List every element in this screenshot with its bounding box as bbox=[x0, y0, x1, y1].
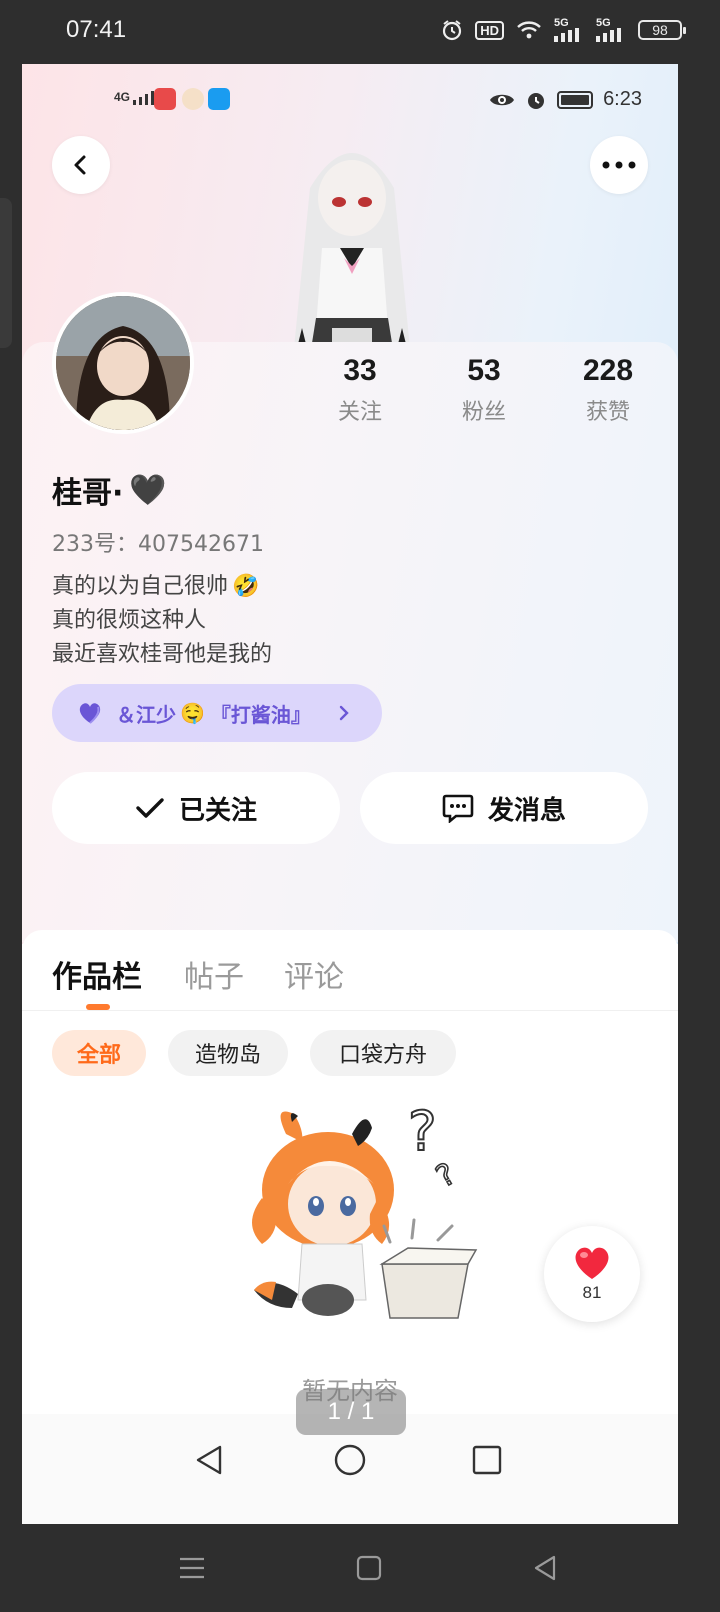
outer-status-bar: 07:41 HD 5G 5G 98 bbox=[0, 0, 720, 64]
filter-chip-zaowudao[interactable]: 造物岛 bbox=[168, 1030, 288, 1076]
outer-nav-bar bbox=[0, 1524, 720, 1612]
heart-icon bbox=[79, 703, 101, 724]
menu-nav-icon[interactable] bbox=[178, 1556, 206, 1580]
stat-label: 获赞 bbox=[585, 400, 630, 425]
back-button[interactable] bbox=[52, 136, 110, 194]
chevron-right-icon bbox=[339, 705, 349, 721]
stat-label: 粉丝 bbox=[461, 400, 506, 425]
inner-clock: 6:23 bbox=[603, 88, 642, 110]
empty-state-illustration: ? ? bbox=[252, 1099, 478, 1319]
filter-chip-all[interactable]: 全部 bbox=[52, 1030, 146, 1076]
alarm-icon bbox=[441, 19, 463, 41]
bio: 真的以为自己很帅 🤣 真的很烦这种人 最近喜欢桂哥他是我的 bbox=[52, 570, 272, 672]
hd-icon: HD bbox=[475, 20, 504, 40]
filter-chip-koudaifangzhou[interactable]: 口袋方舟 bbox=[310, 1030, 456, 1076]
outer-status-icons: HD 5G 5G 98 bbox=[441, 18, 686, 42]
tab-comments[interactable]: 评论 bbox=[284, 952, 344, 996]
edge-handle[interactable] bbox=[0, 198, 12, 348]
message-button[interactable]: 发消息 bbox=[360, 772, 648, 844]
stat-number: 53 bbox=[467, 354, 501, 387]
stat-number: 228 bbox=[582, 354, 634, 387]
laughing-emoji: 🤣 bbox=[232, 574, 260, 599]
page-indicator: 1 / 1 bbox=[296, 1389, 406, 1435]
app-notification-icon bbox=[154, 88, 176, 110]
outer-clock: 07:41 bbox=[66, 16, 127, 43]
search-app-icon bbox=[208, 88, 230, 110]
nickname-text: 桂哥· bbox=[52, 476, 124, 511]
home-nav-icon[interactable] bbox=[333, 1443, 367, 1477]
like-count: 81 bbox=[582, 1283, 602, 1302]
nickname: 桂哥· 🖤 bbox=[52, 468, 167, 512]
stat-likes[interactable]: 228 获赞 bbox=[548, 354, 668, 426]
tab-posts[interactable]: 帖子 bbox=[184, 952, 244, 996]
app-notification-icon-2 bbox=[182, 88, 204, 110]
more-button[interactable] bbox=[590, 136, 648, 194]
heart-icon bbox=[575, 1247, 609, 1279]
alarm-icon bbox=[528, 92, 545, 109]
stat-following[interactable]: 33 关注 bbox=[300, 354, 420, 426]
relationship-name: ＆江少 bbox=[116, 702, 176, 727]
bio-line: 真的以为自己很帅 🤣 bbox=[52, 570, 272, 604]
svg-text:?: ? bbox=[430, 1157, 461, 1195]
check-icon bbox=[136, 798, 164, 818]
svg-text:?: ? bbox=[408, 1100, 437, 1163]
bio-line: 真的很烦这种人 bbox=[52, 608, 207, 633]
user-avatar[interactable] bbox=[52, 292, 194, 434]
stat-followers[interactable]: 53 粉丝 bbox=[424, 354, 544, 426]
like-float-button[interactable]: 81 bbox=[544, 1226, 640, 1322]
relationship-note: 『打酱油』 bbox=[210, 702, 311, 727]
eye-icon bbox=[490, 94, 515, 105]
follow-button[interactable]: 已关注 bbox=[52, 772, 340, 844]
signal-icon: 5G bbox=[554, 18, 584, 42]
bio-line: 最近喜欢桂哥他是我的 bbox=[52, 642, 273, 667]
chat-bubble-icon bbox=[442, 794, 474, 823]
wifi-icon bbox=[516, 20, 542, 40]
divider bbox=[22, 1010, 678, 1011]
stat-number: 33 bbox=[343, 354, 377, 387]
bio-line-text: 真的以为自己很帅 bbox=[52, 574, 229, 599]
home-nav-icon[interactable] bbox=[356, 1555, 382, 1581]
inner-status-bar: 4G 6:23 bbox=[22, 86, 678, 116]
more-dots-icon bbox=[602, 161, 636, 169]
black-heart-emoji: 🖤 bbox=[129, 472, 167, 508]
drool-emoji: 🤤 bbox=[180, 701, 205, 725]
inner-status-right: 6:23 bbox=[489, 88, 642, 111]
chevron-left-icon bbox=[74, 155, 86, 175]
app-screen: 4G 6:23 33 关注 53 粉丝 228 获赞 桂哥· 🖤 233号：40… bbox=[22, 64, 678, 1524]
message-label: 发消息 bbox=[487, 795, 566, 826]
stat-label: 关注 bbox=[337, 400, 382, 425]
back-nav-icon[interactable] bbox=[532, 1554, 558, 1582]
signal-icon-2: 5G bbox=[596, 18, 626, 42]
follow-label: 已关注 bbox=[178, 795, 257, 826]
recents-nav-icon[interactable] bbox=[472, 1445, 502, 1475]
relationship-tag[interactable]: ＆江少 🤤 『打酱油』 bbox=[52, 684, 382, 742]
user-id: 233号：407542671 bbox=[52, 532, 264, 557]
tab-works[interactable]: 作品栏 bbox=[52, 952, 142, 996]
back-nav-icon[interactable] bbox=[194, 1444, 224, 1476]
battery-icon bbox=[557, 90, 594, 109]
inner-signal: 4G bbox=[114, 90, 159, 105]
battery-icon: 98 bbox=[638, 20, 686, 40]
